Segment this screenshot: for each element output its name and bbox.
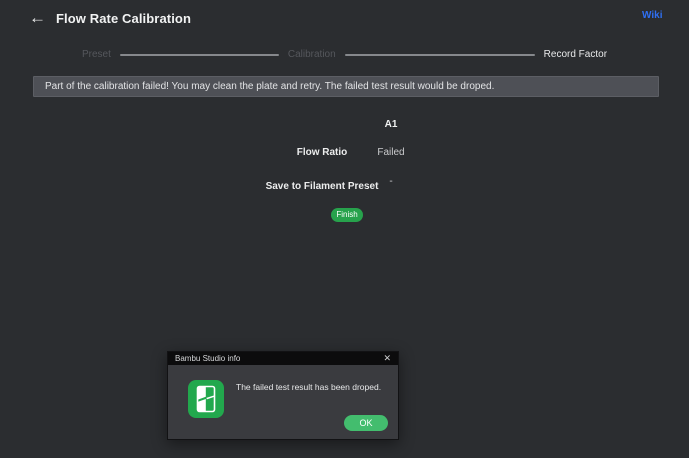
back-arrow-icon[interactable]: ← xyxy=(29,8,46,28)
wiki-link[interactable]: Wiki xyxy=(642,10,662,21)
header: ← Flow Rate Calibration Wiki xyxy=(0,0,689,38)
stepper-step-record-factor: Record Factor xyxy=(544,49,607,60)
close-icon[interactable]: ✕ xyxy=(383,354,391,363)
flow-ratio-value: Failed xyxy=(347,147,435,158)
warning-text: Part of the calibration failed! You may … xyxy=(45,81,494,92)
warning-banner: Part of the calibration failed! You may … xyxy=(33,76,659,97)
info-dialog: Bambu Studio info ✕ The failed test resu… xyxy=(167,351,399,440)
page-title: Flow Rate Calibration xyxy=(56,11,191,26)
ok-button[interactable]: OK xyxy=(344,415,388,431)
dialog-title: Bambu Studio info xyxy=(175,354,240,363)
stepper-connector-line xyxy=(120,54,279,56)
dialog-message: The failed test result has been droped. xyxy=(236,382,386,392)
dialog-titlebar[interactable]: Bambu Studio info ✕ xyxy=(168,352,398,365)
stepper-step-preset: Preset xyxy=(82,49,111,60)
stepper-connector-line xyxy=(345,54,535,56)
finish-button[interactable]: Finish xyxy=(331,208,363,222)
stepper-step-calibration: Calibration xyxy=(288,49,336,60)
calibration-stepper: Preset Calibration Record Factor xyxy=(0,47,689,62)
result-column-header: A1 xyxy=(347,119,435,130)
save-to-filament-preset-value: - xyxy=(347,176,435,187)
bambu-studio-logo-icon xyxy=(188,380,224,418)
flow-rate-calibration-window: ← Flow Rate Calibration Wiki Preset Cali… xyxy=(0,0,689,458)
